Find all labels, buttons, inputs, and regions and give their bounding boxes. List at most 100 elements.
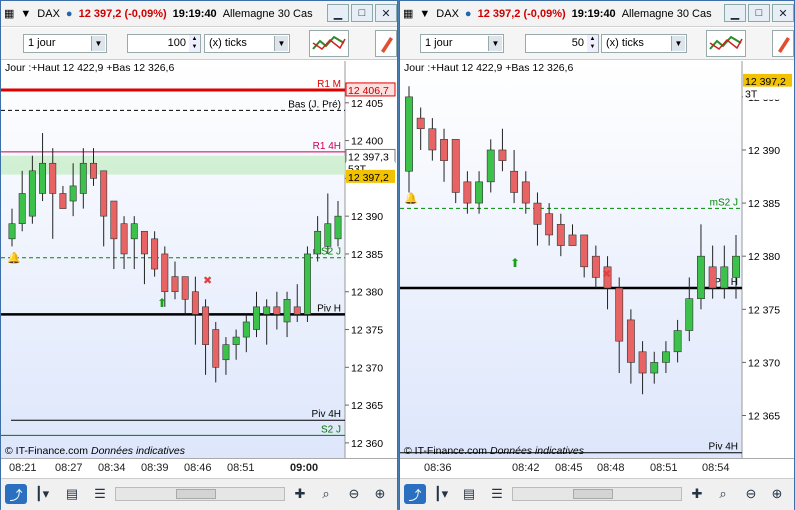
window-titlebar[interactable]: ▦ ▼ DAX ● 12 397,2 (-0,09%) 19:19:40 All…: [1, 1, 397, 27]
timeframe-select[interactable]: 1 jour ▼: [23, 34, 107, 53]
candle-body: [334, 215, 342, 240]
stepper-arrows-icon[interactable]: ▲ ▼: [587, 35, 598, 52]
x-tick: 08:27: [55, 462, 83, 474]
candle-body: [69, 185, 77, 202]
layers-icon[interactable]: ☰: [486, 484, 508, 504]
y-tick-label: 12 375: [748, 304, 780, 316]
y-tick-label: 12 375: [351, 325, 383, 337]
candle-body: [222, 344, 230, 361]
units-stepper[interactable]: 100 ▲ ▼: [127, 34, 201, 53]
maximize-button[interactable]: □: [748, 4, 770, 22]
candle-body: [720, 266, 729, 289]
level-label: R1 M: [317, 79, 341, 90]
candle-body: [253, 306, 260, 330]
candle-body: [673, 330, 682, 353]
indicators-button[interactable]: [706, 30, 746, 57]
indicators-icon: [312, 35, 346, 50]
candle-body: [8, 223, 16, 240]
y-tick-label: 12 385: [748, 198, 780, 210]
candle-body: [626, 319, 635, 363]
scroll-thumb[interactable]: [573, 489, 613, 499]
info-icon[interactable]: ●: [66, 8, 73, 20]
cursor-icon[interactable]: ✚: [289, 484, 311, 504]
units-value: 100: [167, 37, 186, 49]
close-button[interactable]: ✕: [772, 4, 794, 22]
candle-body: [59, 193, 67, 209]
stepper-arrows-icon[interactable]: ▲ ▼: [189, 35, 200, 52]
zoom-area-icon[interactable]: ⌕: [712, 484, 734, 504]
symbol-label: DAX: [436, 7, 459, 20]
unit-type-select[interactable]: (x) ticks ▼: [204, 34, 290, 53]
maximize-button[interactable]: □: [351, 4, 373, 22]
chevron-down-icon: ▼: [91, 36, 105, 51]
y-tick-label: 12 370: [351, 362, 383, 374]
zoom-out-icon[interactable]: ⊖: [740, 484, 762, 504]
candle-type-icon[interactable]: ┃▾: [31, 484, 53, 504]
x-tick: 08:42: [512, 462, 540, 474]
zoom-in-icon[interactable]: ⊕: [369, 484, 391, 504]
candle-body: [662, 351, 670, 363]
indicators-button[interactable]: [309, 30, 349, 57]
grid-icon[interactable]: ▤: [61, 484, 83, 504]
dropdown-arrow-icon[interactable]: ▼: [20, 8, 31, 20]
info-icon[interactable]: ●: [465, 8, 472, 20]
chevron-down-icon: ▼: [671, 36, 685, 51]
day-range-label: Jour :+Haut 12 422,9 +Bas 12 326,6: [404, 62, 573, 74]
candle-body: [191, 291, 199, 315]
unit-type-select[interactable]: (x) ticks ▼: [601, 34, 687, 53]
share-icon[interactable]: ⤴: [5, 484, 27, 504]
timeframe-select[interactable]: 1 jour ▼: [420, 34, 504, 53]
time-label: 19:19:40: [172, 7, 217, 20]
close-button[interactable]: ✕: [375, 4, 397, 22]
candle-body: [90, 162, 97, 179]
candle-body: [273, 306, 281, 315]
drag-handle-icon[interactable]: ▦: [403, 7, 413, 20]
zoom-in-icon[interactable]: ⊕: [766, 484, 788, 504]
candle-body: [521, 181, 530, 204]
zoom-out-icon[interactable]: ⊖: [343, 484, 365, 504]
scroll-thumb[interactable]: [176, 489, 216, 499]
price-tag-label: 12 397,2: [348, 172, 389, 184]
disclaimer-label: Données indicatives: [91, 445, 186, 457]
time-label: 19:19:40: [571, 7, 616, 20]
candle-body: [591, 255, 600, 278]
minimize-button[interactable]: ▁: [724, 4, 746, 22]
candle-body: [463, 181, 472, 204]
share-icon[interactable]: ⤴: [404, 484, 426, 504]
disclaimer-label: Données indicatives: [490, 445, 585, 457]
price-label: 12 397,2 (-0,09%): [78, 7, 167, 20]
level-label: Piv 4H: [312, 409, 341, 420]
level-label: R1 4H: [313, 141, 341, 152]
grid-icon[interactable]: ▤: [458, 484, 480, 504]
price-chart-right[interactable]: Jour :+Haut 12 422,9 +Bas 12 326,612 395…: [400, 61, 794, 458]
candle-body: [533, 202, 542, 225]
price-chart-left[interactable]: Jour :+Haut 12 422,9 +Bas 12 326,6 12 405…: [1, 61, 397, 458]
price-label: 12 397,2 (-0,09%): [477, 7, 566, 20]
units-stepper[interactable]: 50 ▲ ▼: [525, 34, 599, 53]
zoom-area-icon[interactable]: ⌕: [315, 484, 337, 504]
time-axis-right: 08:36 08:42 08:45 08:48 08:51 08:54: [400, 458, 794, 478]
candle-body: [697, 255, 705, 299]
dropdown-arrow-icon[interactable]: ▼: [419, 8, 430, 20]
candle-body: [263, 306, 271, 315]
x-tick: 08:36: [424, 462, 452, 474]
x-tick: 09:00: [290, 462, 319, 474]
draw-tool-button[interactable]: [375, 30, 397, 57]
candle-body: [498, 149, 507, 161]
horizontal-scrollbar[interactable]: [115, 487, 285, 501]
candle-body: [202, 306, 210, 345]
timeframe-value: 1 jour: [425, 37, 453, 49]
draw-tool-button[interactable]: [772, 30, 794, 57]
candle-body: [486, 149, 495, 183]
bottom-toolbar-left: ⤴ ┃▾ ▤ ☰ ✚ ⌕ ⊖ ⊕: [1, 478, 397, 510]
price-tag-label: 3T: [745, 89, 758, 101]
cursor-icon[interactable]: ✚: [686, 484, 708, 504]
x-tick: 08:51: [650, 462, 678, 474]
candle-body: [314, 230, 322, 255]
candle-type-icon[interactable]: ┃▾: [430, 484, 452, 504]
drag-handle-icon[interactable]: ▦: [4, 7, 14, 20]
layers-icon[interactable]: ☰: [89, 484, 111, 504]
window-titlebar[interactable]: ▦ ▼ DAX ● 12 397,2 (-0,09%) 19:19:40 All…: [400, 1, 794, 27]
minimize-button[interactable]: ▁: [327, 4, 349, 22]
horizontal-scrollbar[interactable]: [512, 487, 682, 501]
